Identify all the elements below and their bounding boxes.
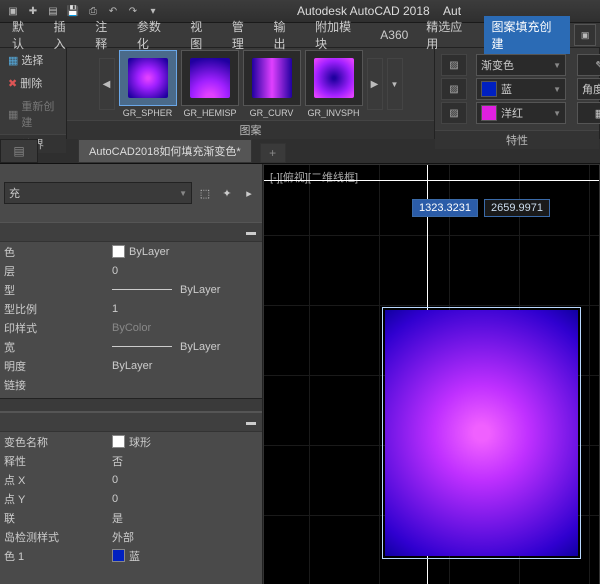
prop-key: 点 X — [0, 472, 112, 488]
color2-combo[interactable]: 洋红▼ — [476, 102, 566, 124]
section-collapse-icon[interactable]: ▬ — [0, 222, 262, 242]
color-swatch-icon — [112, 435, 125, 448]
prop-value[interactable]: ByLayer — [112, 245, 262, 258]
prop-key: 型比例 — [0, 301, 112, 317]
quick-select-icon[interactable]: ⬚ — [196, 184, 214, 202]
prop-row[interactable]: 型ByLayer — [0, 280, 262, 299]
drawing-canvas[interactable]: [-][俯视][二维线框] 1323.3231 2659.9971 — [263, 164, 600, 584]
prop-row[interactable]: 链接 — [0, 375, 262, 394]
swatch-gr-hemisp[interactable] — [181, 50, 239, 106]
prop-key: 释性 — [0, 453, 112, 469]
prop-value[interactable]: 0 — [112, 265, 262, 277]
prop-row[interactable]: 联是 — [0, 508, 262, 527]
prop-key: 印样式 — [0, 320, 112, 336]
prop-value[interactable]: 是 — [112, 510, 262, 526]
swatch-gr-spher[interactable] — [119, 50, 177, 106]
gradient-type-combo[interactable]: 渐变色▼ — [476, 54, 566, 76]
prop-value[interactable]: ByLayer — [112, 341, 262, 353]
hatch-color2-icon[interactable]: ▨ — [441, 102, 467, 124]
prop-key: 型 — [0, 282, 112, 298]
prop-key: 色 1 — [0, 548, 112, 564]
prop-key: 联 — [0, 510, 112, 526]
angle-combo[interactable]: 角度 — [577, 78, 600, 100]
coord-y: 2659.9971 — [484, 199, 550, 217]
eyedropper-button[interactable]: ✎ — [577, 54, 600, 76]
crosshair-horizontal — [264, 180, 599, 181]
prop-key: 点 Y — [0, 491, 112, 507]
swatch-expand-button[interactable]: ▼ — [387, 58, 403, 110]
panel-label-pattern: 图案 — [67, 120, 434, 139]
swatch-prev-button[interactable]: ◀ — [99, 58, 115, 110]
ribbon: ▦选择 ✖删除 ▦重新创建 边界 ◀ GR_SPHER GR_HEMISP GR… — [0, 48, 600, 139]
section-divider — [0, 398, 262, 412]
coord-x[interactable]: 1323.3231 — [412, 199, 478, 217]
prop-row[interactable]: 印样式ByColor — [0, 318, 262, 337]
swatch-gr-curv[interactable] — [243, 50, 301, 106]
start-tab[interactable]: ▤ — [0, 139, 38, 163]
prop-row[interactable]: 色 1蓝 — [0, 546, 262, 565]
hatch-color1-icon[interactable]: ▨ — [441, 78, 467, 100]
swatch-gr-invsph[interactable] — [305, 50, 363, 106]
linetype-icon — [112, 346, 172, 347]
prop-key: 宽 — [0, 339, 112, 355]
color-swatch-icon — [112, 245, 125, 258]
opacity-combo[interactable]: ▦ — [577, 102, 600, 124]
delete-button[interactable]: ✖删除 — [4, 73, 46, 93]
recreate-button[interactable]: ▦重新创建 — [4, 96, 62, 132]
prop-value[interactable]: 蓝 — [112, 548, 262, 564]
prop-value[interactable]: 球形 — [112, 434, 262, 450]
properties-panel: 充▼ ⬚ ✦ ▸ ▬ 色ByLayer层0型ByLayer型比例1印样式ByCo… — [0, 164, 263, 584]
prop-key: 岛检测样式 — [0, 529, 112, 545]
coordinate-readout: 1323.3231 2659.9971 — [412, 199, 550, 217]
prop-row[interactable]: 明度ByLayer — [0, 356, 262, 375]
workspace: 充▼ ⬚ ✦ ▸ ▬ 色ByLayer层0型ByLayer型比例1印样式ByCo… — [0, 164, 600, 584]
pickadd-icon[interactable]: ▸ — [240, 184, 258, 202]
prop-value[interactable]: 0 — [112, 493, 262, 505]
gradient-rectangle[interactable] — [382, 307, 581, 559]
prop-row[interactable]: 宽ByLayer — [0, 337, 262, 356]
select-objects-icon[interactable]: ✦ — [218, 184, 236, 202]
prop-value[interactable]: 0 — [112, 474, 262, 486]
prop-row[interactable]: 岛检测样式外部 — [0, 527, 262, 546]
prop-row[interactable]: 点 Y0 — [0, 489, 262, 508]
section-collapse-icon-2[interactable]: ▬ — [0, 412, 262, 432]
prop-value[interactable]: ByLayer — [112, 360, 262, 372]
prop-key: 明度 — [0, 358, 112, 374]
menu-A360[interactable]: A360 — [372, 26, 416, 44]
object-type-combo[interactable]: 充▼ — [4, 182, 192, 204]
ribbon-tabs: 默认插入注释参数化视图管理输出附加模块A360精选应用图案填充创建 ▣ — [0, 23, 600, 48]
hatch-type-icon[interactable]: ▨ — [441, 54, 467, 76]
swatch-next-button[interactable]: ▶ — [367, 58, 383, 110]
prop-value[interactable]: ByLayer — [112, 284, 262, 296]
prop-key: 链接 — [0, 377, 112, 393]
gradient-fill — [385, 310, 578, 556]
color1-combo[interactable]: 蓝▼ — [476, 78, 566, 100]
prop-key: 层 — [0, 263, 112, 279]
new-tab-button[interactable]: + — [260, 143, 286, 163]
prop-row[interactable]: 变色名称球形 — [0, 432, 262, 451]
prop-row[interactable]: 释性否 — [0, 451, 262, 470]
file-tab[interactable]: AutoCAD2018如何填充渐变色* — [78, 139, 252, 163]
ribbon-expand-icon[interactable]: ▣ — [574, 24, 596, 46]
viewport-label[interactable]: [-][俯视][二维线框] — [270, 169, 358, 185]
panel-label-props: 特性 — [435, 130, 599, 149]
prop-value[interactable]: 1 — [112, 303, 262, 315]
linetype-icon — [112, 289, 172, 290]
prop-key: 色 — [0, 244, 112, 260]
prop-value[interactable]: 否 — [112, 453, 262, 469]
prop-value[interactable]: ByColor — [112, 322, 262, 334]
color-swatch-icon — [112, 549, 125, 562]
prop-value[interactable]: 外部 — [112, 529, 262, 545]
prop-row[interactable]: 层0 — [0, 261, 262, 280]
prop-row[interactable]: 型比例1 — [0, 299, 262, 318]
prop-row[interactable]: 点 X0 — [0, 470, 262, 489]
select-button[interactable]: ▦选择 — [4, 50, 47, 70]
prop-row[interactable]: 色ByLayer — [0, 242, 262, 261]
prop-key: 变色名称 — [0, 434, 112, 450]
